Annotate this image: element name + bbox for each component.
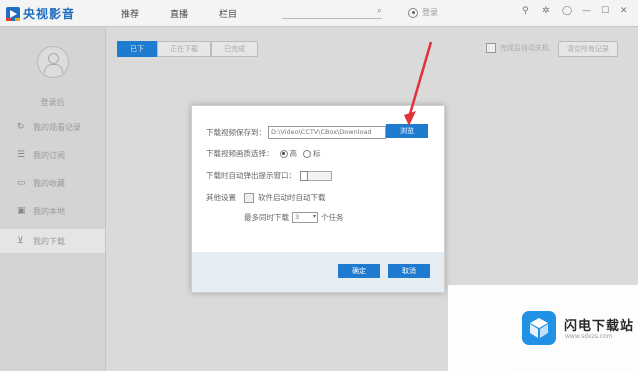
watermark-logo-icon xyxy=(522,311,556,345)
watermark-title: 闪电下载站 xyxy=(564,319,635,334)
skin-icon[interactable]: ◯ xyxy=(562,6,572,16)
app-logo: 央视影音 xyxy=(6,5,75,22)
ok-button[interactable]: 确定 xyxy=(338,264,380,278)
auto-shutdown-label: 完成后自动关机 xyxy=(500,44,549,52)
sidebar-item-label: 我的本地 xyxy=(33,206,65,216)
max-tasks-unit: 个任务 xyxy=(321,213,344,222)
sidebar-item-collection[interactable]: ▭ 我的收藏 xyxy=(0,171,105,195)
watermark: 闪电下载站 www.sdxzs.com xyxy=(448,285,638,371)
sidebar-item-label: 我的下载 xyxy=(33,236,65,246)
local-icon: ▣ xyxy=(17,206,26,216)
download-settings-dialog: 下载视频保存到： 浏览 下载视频画质选择： 高 标 下载时自动弹出提示窗口： 其… xyxy=(191,105,445,293)
watermark-url: www.sdxzs.com xyxy=(565,333,613,340)
user-label: 登录后 xyxy=(40,98,65,107)
sidebar-item-label: 我的订阅 xyxy=(33,150,65,160)
play-history-icon: ↻ xyxy=(17,122,25,132)
max-tasks-label: 最多同时下载 xyxy=(244,213,289,222)
quality-standard-radio[interactable] xyxy=(303,149,311,158)
sidebar-item-label: 我的观看记录 xyxy=(33,122,81,132)
popup-toggle[interactable] xyxy=(300,170,332,181)
sidebar: 登录后 ↻ 我的观看记录 ☰ 我的订阅 ▭ 我的收藏 ▣ 我的本地 ⊻ 我的下载 xyxy=(0,27,106,371)
quality-high-label: 高 xyxy=(289,149,298,158)
quality-high-radio[interactable] xyxy=(279,149,288,158)
save-path-label: 下载视频保存到： xyxy=(206,128,266,137)
max-tasks-value: 3 xyxy=(295,213,300,221)
avatar[interactable] xyxy=(37,46,69,78)
quality-row: 下载视频画质选择： 高 标 xyxy=(206,148,321,159)
app-title: 央视影音 xyxy=(23,7,76,21)
login-label: 登录 xyxy=(422,8,438,17)
search-input[interactable]: ⌕ xyxy=(282,6,382,19)
top-bar: 央视影音 推荐 直播 栏目 ⌕ 登录 ⚲ ✲ ◯ — ☐ ✕ xyxy=(0,0,638,27)
sidebar-item-download[interactable]: ⊻ 我的下载 xyxy=(0,229,105,253)
login-button[interactable]: 登录 xyxy=(408,7,438,18)
auto-start-checkbox[interactable] xyxy=(244,192,254,203)
other-settings-row: 其他设置 软件启动时自动下载 xyxy=(206,192,326,203)
user-icon[interactable]: ⚲ xyxy=(522,6,529,16)
auto-start-label: 软件启动时自动下载 xyxy=(258,193,326,202)
other-settings-label: 其他设置 xyxy=(206,193,236,202)
nav-column[interactable]: 栏目 xyxy=(219,7,237,20)
clear-records-button[interactable]: 清空所有记录 xyxy=(558,41,618,57)
max-tasks-select[interactable]: 3 ▾ xyxy=(292,212,318,223)
download-icon: ⊻ xyxy=(17,236,24,246)
auto-shutdown-option[interactable]: 完成后自动关机 xyxy=(486,43,549,53)
popup-label: 下载时自动弹出提示窗口： xyxy=(206,171,296,180)
auto-shutdown-checkbox[interactable] xyxy=(486,43,496,53)
cancel-button[interactable]: 取消 xyxy=(388,264,430,278)
tab-downloading[interactable]: 正在下载 xyxy=(157,41,211,57)
settings-icon[interactable]: ✲ xyxy=(542,6,550,16)
maximize-icon[interactable]: ☐ xyxy=(601,6,609,16)
close-icon[interactable]: ✕ xyxy=(620,6,628,16)
tab-completed[interactable]: 已完成 xyxy=(211,41,258,57)
minimize-icon[interactable]: — xyxy=(582,6,591,16)
chevron-down-icon: ▾ xyxy=(312,213,316,220)
cbox-logo-icon xyxy=(6,6,20,21)
login-icon xyxy=(408,7,418,18)
subscribe-icon: ☰ xyxy=(17,150,26,160)
sidebar-item-history[interactable]: ↻ 我的观看记录 xyxy=(0,115,105,139)
tab-downloaded[interactable]: 已下 xyxy=(117,41,157,57)
save-path-row: 下载视频保存到： xyxy=(206,126,386,139)
max-tasks-row: 最多同时下载 3 ▾ 个任务 xyxy=(244,212,344,223)
sidebar-item-label: 我的收藏 xyxy=(33,178,65,188)
sidebar-item-subscribe[interactable]: ☰ 我的订阅 xyxy=(0,143,105,167)
popup-row: 下载时自动弹出提示窗口： xyxy=(206,170,332,181)
quality-label: 下载视频画质选择： xyxy=(206,149,274,158)
download-tabs: 已下 正在下载 已完成 xyxy=(117,41,258,57)
search-icon[interactable]: ⌕ xyxy=(377,6,382,16)
save-path-input[interactable] xyxy=(268,126,386,139)
nav-recommend[interactable]: 推荐 xyxy=(121,7,139,20)
quality-standard-label: 标 xyxy=(313,149,321,158)
sidebar-item-local[interactable]: ▣ 我的本地 xyxy=(0,199,105,223)
browse-button[interactable]: 浏览 xyxy=(386,124,428,138)
nav-live[interactable]: 直播 xyxy=(170,7,188,20)
collection-icon: ▭ xyxy=(17,178,26,188)
